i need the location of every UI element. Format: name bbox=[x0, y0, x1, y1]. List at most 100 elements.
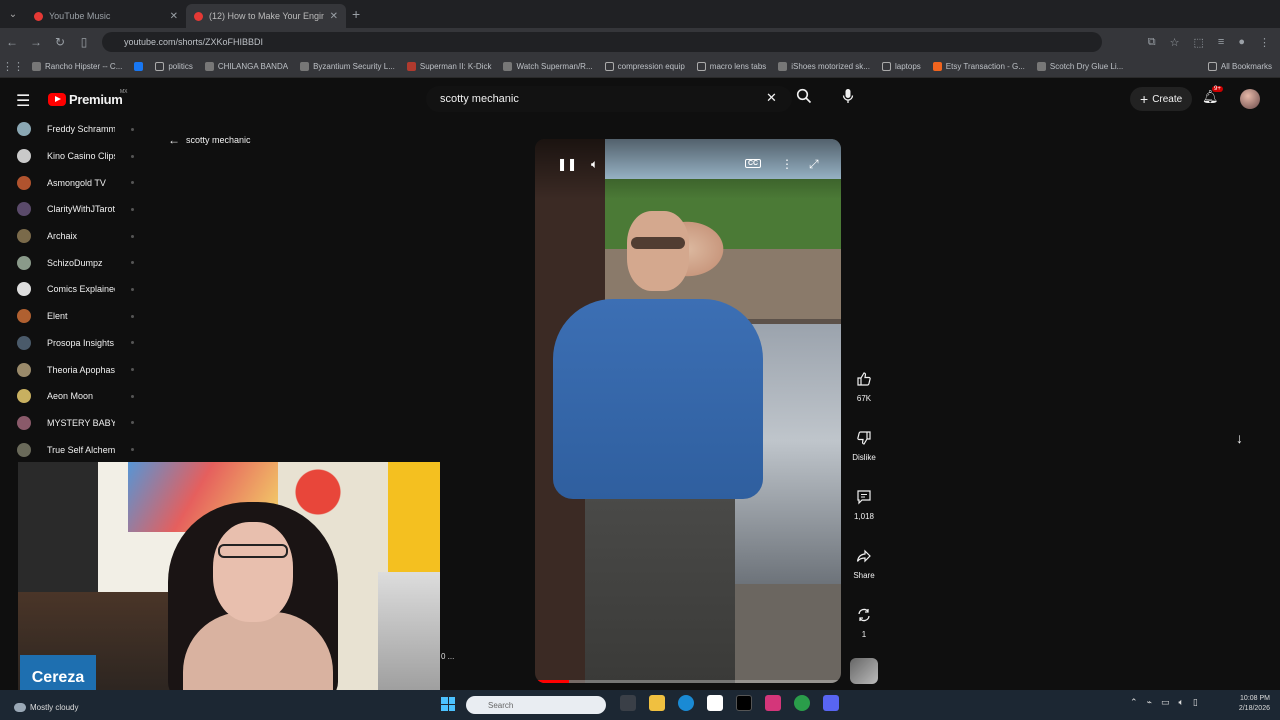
reload-icon[interactable]: ↻ bbox=[48, 35, 72, 49]
youtube-premium-logo[interactable]: Premium MX bbox=[48, 89, 128, 107]
cast-icon[interactable]: ≡ bbox=[1218, 36, 1224, 49]
file-explorer-icon[interactable] bbox=[649, 695, 665, 711]
tab-list-chevron-icon[interactable]: ⌄ bbox=[0, 9, 26, 20]
amazon-icon[interactable] bbox=[707, 695, 723, 711]
bookmark-item[interactable]: Byzantium Security L... bbox=[294, 62, 401, 71]
volume-icon[interactable]: 🔈︎ bbox=[1178, 697, 1183, 708]
taskbar-clock[interactable]: 10:08 PM 2/18/2026 bbox=[1226, 694, 1270, 714]
bookmark-folder[interactable]: politics bbox=[149, 62, 198, 71]
bookmark-item[interactable]: iShoes motorized sk... bbox=[772, 62, 876, 71]
sound-thumbnail[interactable] bbox=[850, 658, 878, 684]
hamburger-menu-icon[interactable]: ☰ bbox=[16, 91, 30, 111]
x-app-icon[interactable] bbox=[736, 695, 752, 711]
create-button[interactable]: + Create bbox=[1130, 87, 1193, 111]
shorts-video-player[interactable]: ❚❚ 🔈︎ CC ⋮ ⤢ bbox=[535, 139, 841, 683]
tab-close-icon[interactable]: ✕ bbox=[170, 11, 178, 22]
bookmark-item[interactable]: Etsy Transaction - G... bbox=[927, 62, 1031, 71]
facebook-favicon-icon bbox=[134, 62, 144, 71]
bookmark-item[interactable]: Superman II: K-Dick bbox=[401, 62, 498, 71]
share-button[interactable]: Share bbox=[846, 543, 882, 602]
channel-name: Elent bbox=[47, 311, 68, 322]
subscription-item[interactable]: Aeon Moon bbox=[0, 383, 160, 410]
thumbs-down-icon bbox=[849, 425, 879, 451]
video-progress-bar[interactable] bbox=[535, 680, 841, 683]
taskbar-search-input[interactable]: Search bbox=[466, 696, 606, 714]
discord-icon[interactable] bbox=[823, 695, 839, 711]
subscription-item[interactable]: Asmongold TV bbox=[0, 169, 160, 196]
clear-search-icon[interactable]: ✕ bbox=[766, 90, 777, 106]
tab-close-icon[interactable]: ✕ bbox=[330, 11, 338, 22]
windows-start-icon[interactable] bbox=[441, 697, 455, 711]
like-button[interactable]: 67K bbox=[846, 366, 882, 425]
subscription-item[interactable]: Archaix bbox=[0, 223, 160, 250]
bookmark-star-icon[interactable]: ☆ bbox=[1170, 36, 1180, 49]
pause-icon[interactable]: ❚❚ bbox=[557, 157, 577, 171]
more-options-icon[interactable]: ⋮ bbox=[781, 157, 793, 171]
search-icon[interactable] bbox=[796, 88, 818, 110]
subscription-item[interactable]: Theoria Apophas... bbox=[0, 356, 160, 383]
tab-youtube-shorts[interactable]: (12) How to Make Your Engine... ✕ bbox=[186, 4, 346, 28]
comments-button[interactable]: 1,018 bbox=[846, 484, 882, 543]
cloud-icon bbox=[14, 703, 26, 712]
chrome-icon[interactable] bbox=[794, 695, 810, 711]
bookmark-item[interactable]: Rancho Hipster -- C... bbox=[26, 62, 128, 71]
channel-name: MYSTERY BABYLON bbox=[47, 417, 115, 428]
url-field[interactable]: youtube.com/shorts/ZXKoFHIBBDI bbox=[102, 32, 1102, 52]
closed-captions-button[interactable]: CC bbox=[745, 159, 762, 168]
extensions-icon[interactable]: ⬚ bbox=[1194, 36, 1204, 49]
search-input[interactable]: scotty mechanic bbox=[426, 86, 792, 112]
network-icon[interactable]: ▭ bbox=[1161, 697, 1170, 708]
bookmark-item[interactable]: CHILANGA BANDA bbox=[199, 62, 294, 71]
subscription-item[interactable]: SchizoDumpz bbox=[0, 249, 160, 276]
subscription-item[interactable]: ClarityWithJTarot bbox=[0, 196, 160, 223]
subscription-item[interactable]: True Self Alchem... bbox=[0, 436, 160, 463]
channel-avatar bbox=[17, 362, 31, 377]
bookmark-item[interactable] bbox=[128, 62, 149, 71]
all-bookmarks-folder[interactable]: All Bookmarks bbox=[1202, 62, 1280, 71]
player-controls: ❚❚ 🔈︎ CC ⋮ ⤢ bbox=[535, 139, 841, 199]
subscription-item[interactable]: Elent bbox=[0, 303, 160, 330]
tray-overflow-chevron-icon[interactable]: ⌃ bbox=[1130, 697, 1138, 708]
new-content-dot bbox=[131, 314, 134, 318]
subscription-item[interactable]: Prosopa Insights bbox=[0, 330, 160, 357]
back-arrow-icon[interactable]: ← bbox=[0, 35, 24, 49]
menu-kebab-icon[interactable]: ⋮ bbox=[1259, 36, 1270, 49]
subscription-item[interactable]: Freddy Schramm bbox=[0, 116, 160, 143]
new-tab-plus-icon[interactable]: + bbox=[352, 6, 360, 22]
sidebar-toggle-icon[interactable]: ▯ bbox=[72, 35, 96, 49]
subscription-item[interactable]: MYSTERY BABYLON bbox=[0, 410, 160, 437]
usb-icon[interactable]: ⌁ bbox=[1147, 697, 1152, 708]
dislike-button[interactable]: Dislike bbox=[846, 425, 882, 484]
microphone-icon[interactable] bbox=[842, 88, 854, 107]
remix-count: 1 bbox=[861, 630, 867, 639]
next-video-arrow-icon[interactable]: ↓ bbox=[1236, 430, 1243, 446]
bookmark-item[interactable]: Watch Superman/R... bbox=[497, 62, 598, 71]
weather-widget[interactable]: Mostly cloudy bbox=[14, 703, 78, 712]
edge-browser-icon[interactable] bbox=[678, 695, 694, 711]
back-to-search-link[interactable]: ← scotty mechanic bbox=[168, 133, 251, 147]
remix-button[interactable]: 1 bbox=[846, 602, 882, 661]
instagram-icon[interactable] bbox=[765, 695, 781, 711]
fullscreen-icon[interactable]: ⤢ bbox=[809, 157, 819, 172]
subscription-item[interactable]: Kino Casino Clips bbox=[0, 143, 160, 170]
install-app-icon[interactable]: ⧉ bbox=[1148, 36, 1156, 49]
bookmark-folder[interactable]: macro lens tabs bbox=[691, 62, 772, 71]
bookmark-folder[interactable]: compression equip bbox=[599, 62, 691, 71]
task-view-icon[interactable] bbox=[620, 695, 636, 711]
bookmark-item[interactable]: Scotch Dry Glue Li... bbox=[1031, 62, 1129, 71]
apps-grid-icon[interactable]: ⋮⋮ bbox=[0, 60, 26, 73]
account-avatar[interactable] bbox=[1240, 89, 1260, 109]
battery-icon[interactable]: ▯ bbox=[1193, 697, 1198, 708]
profile-icon[interactable]: ● bbox=[1238, 36, 1245, 49]
light-stand bbox=[378, 572, 440, 702]
forward-arrow-icon[interactable]: → bbox=[24, 35, 48, 49]
subscription-item[interactable]: Comics Explained bbox=[0, 276, 160, 303]
logo-region: MX bbox=[120, 89, 128, 95]
channel-avatar bbox=[17, 149, 31, 164]
plus-icon: + bbox=[1140, 91, 1149, 107]
back-label: scotty mechanic bbox=[186, 135, 251, 145]
comments-count: 1,018 bbox=[853, 512, 875, 521]
tab-youtube-music[interactable]: YouTube Music ✕ bbox=[26, 4, 186, 28]
bookmark-folder[interactable]: laptops bbox=[876, 62, 927, 71]
volume-icon[interactable]: 🔈︎ bbox=[591, 157, 598, 172]
